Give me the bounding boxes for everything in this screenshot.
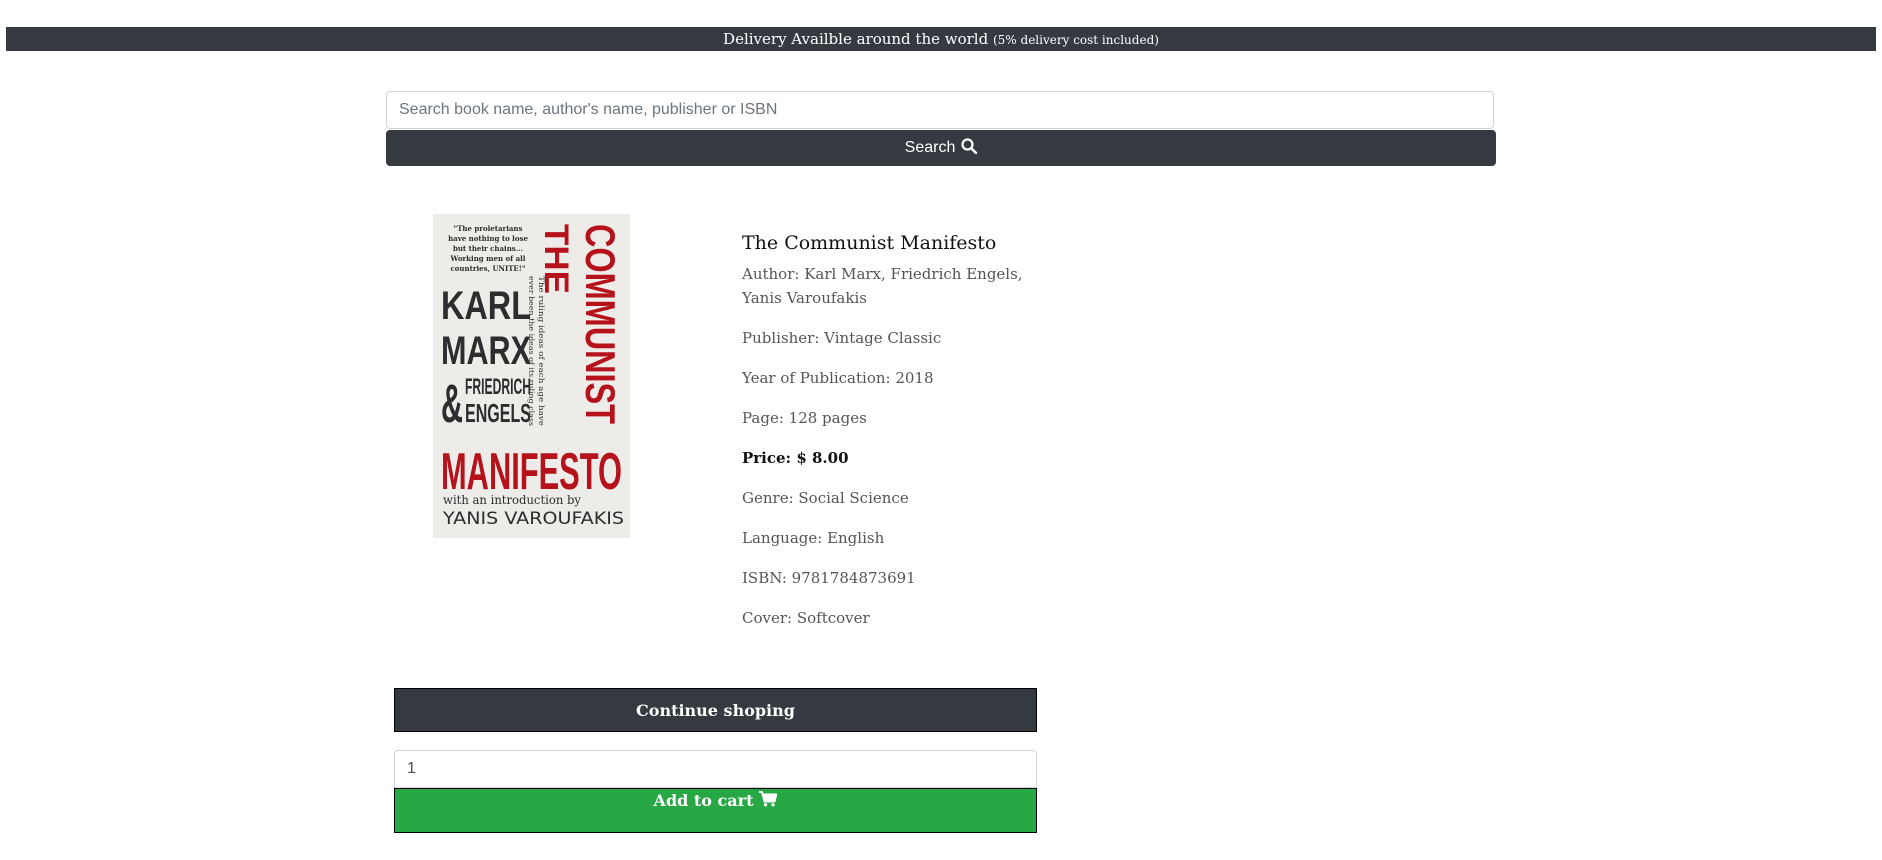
cover-communist: COMMUNIST [577,224,624,424]
search-input[interactable] [386,91,1494,129]
add-to-cart-button[interactable]: Add to cart [394,788,1037,833]
book-publisher: Publisher: Vintage Classic [742,329,942,347]
continue-shopping-button[interactable]: Continue shoping [394,688,1037,732]
cover-ampersand: & [441,374,463,434]
cover-marx: MARX [441,329,531,373]
search-icon [961,137,978,159]
book-year: Year of Publication: 2018 [742,369,934,387]
cover-tagline: The ruling ideas of each age have [537,276,546,427]
cart-icon [759,791,778,831]
search-button-label: Search [904,139,956,156]
book-author-line1: Author: Karl Marx, Friedrich Engels, [742,265,1023,283]
book-author-line2: Yanis Varoufakis [742,289,867,307]
book-author: Author: Karl Marx, Friedrich Engels, Yan… [742,262,1042,310]
cover-intro: with an introduction by [443,493,581,507]
cover-karl: KARL [441,284,531,328]
book-cover-type: Cover: Softcover [742,609,870,627]
cover-introducer: YANIS VAROUFAKIS [442,509,624,529]
delivery-banner-text: Delivery Availble around the world [723,30,989,48]
book-isbn: ISBN: 9781784873691 [742,569,916,587]
book-language: Language: English [742,529,885,547]
delivery-banner: Delivery Availble around the world (5% d… [6,27,1876,51]
book-details: The Communist Manifesto Author: Karl Mar… [742,232,1042,646]
book-pages: Page: 128 pages [742,409,867,427]
cover-engels: ENGELS [465,398,531,428]
search-button[interactable]: Search [386,130,1496,166]
continue-shopping-label: Continue shoping [636,701,795,720]
add-to-cart-label: Add to cart [653,791,754,810]
book-title: The Communist Manifesto [742,232,997,254]
cover-quote: "The proletarians [454,224,523,233]
svg-text:but their chains...: but their chains... [453,244,523,253]
quantity-input[interactable] [394,750,1037,788]
delivery-banner-note: (5% delivery cost included) [992,33,1159,47]
book-cover-image: "The proletarians have nothing to lose b… [433,214,630,538]
svg-text:ever been the ideas of its rul: ever been the ideas of its ruling class [527,276,536,426]
svg-text:have nothing to lose: have nothing to lose [448,234,528,243]
svg-text:Working men of all: Working men of all [450,254,526,263]
book-genre: Genre: Social Science [742,489,909,507]
cover-friedrich: FRIEDRICH [465,374,531,399]
svg-text:countries, UNITE!": countries, UNITE!" [450,264,525,273]
book-price: Price: $ 8.00 [742,449,849,467]
